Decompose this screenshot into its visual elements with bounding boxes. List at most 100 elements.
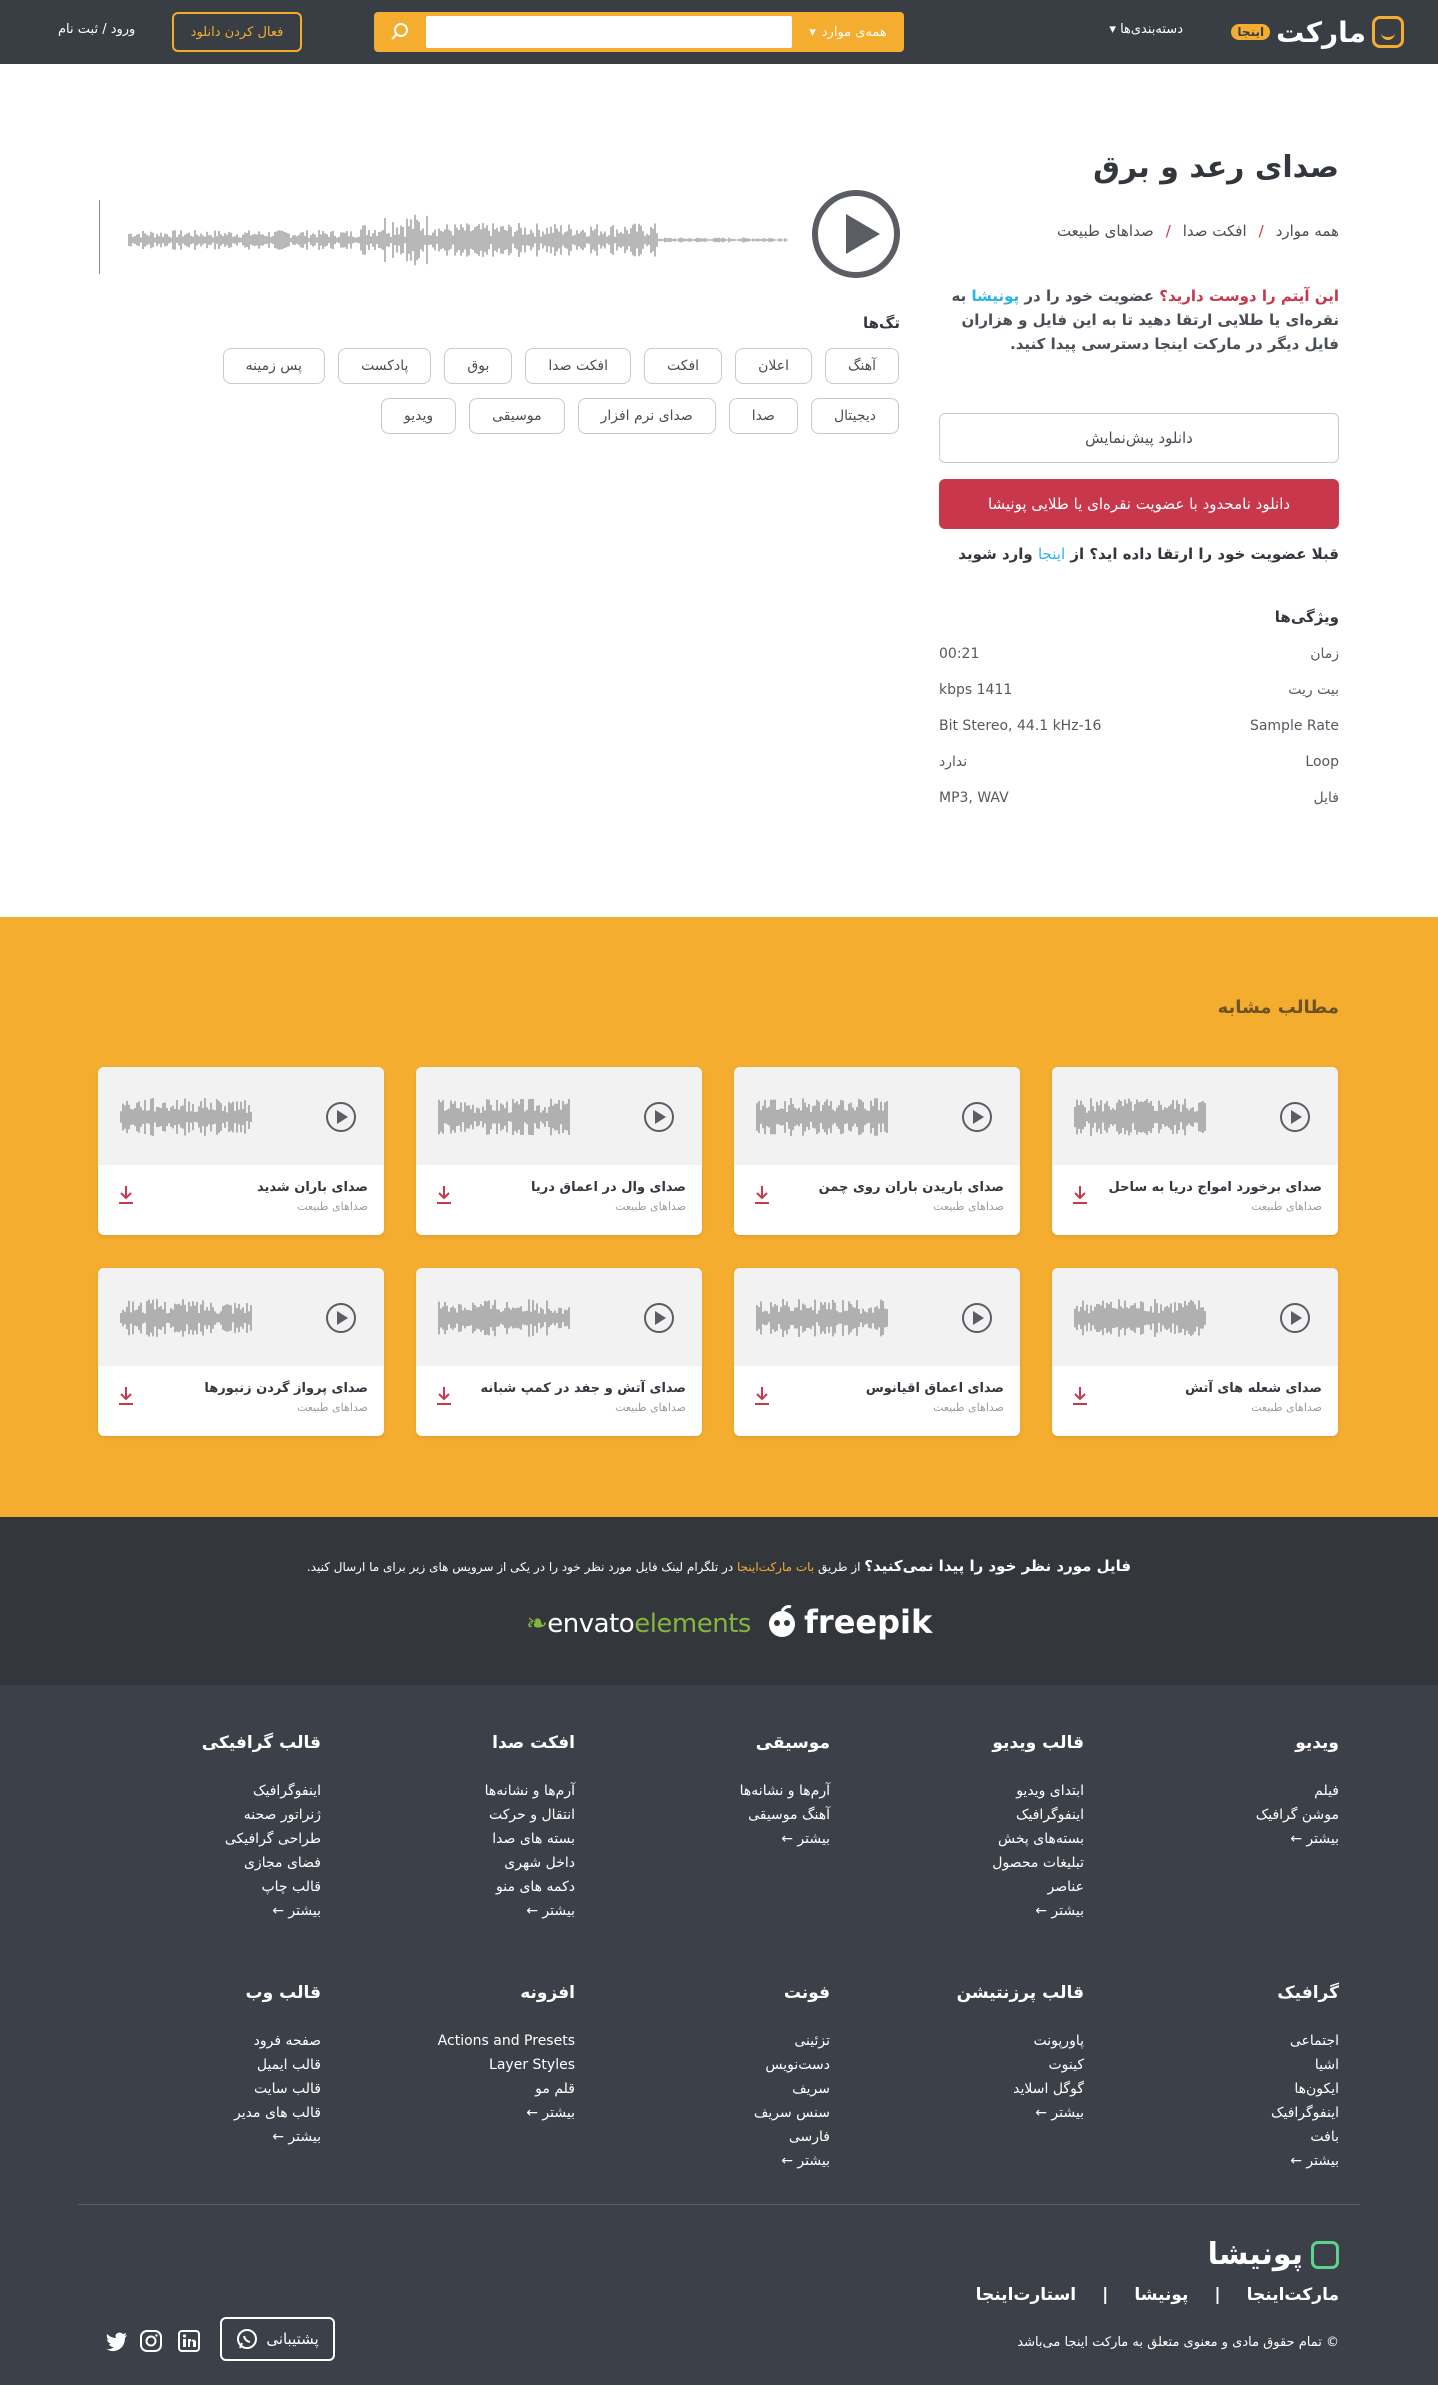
card-category[interactable]: صداهای طبیعت	[615, 1200, 686, 1213]
footer-link[interactable]: کینوت	[864, 2053, 1084, 2077]
footer-link[interactable]: قالب های مدیر	[101, 2101, 321, 2125]
footer-link[interactable]: دکمه های منو	[355, 1875, 575, 1899]
play-icon[interactable]	[644, 1303, 674, 1333]
brand-logo[interactable]: مارکت اینجا	[1231, 14, 1404, 50]
waveform[interactable]	[120, 1093, 254, 1141]
card-title[interactable]: صدای پرواز گردن زنبورها	[204, 1381, 368, 1396]
freepik-logo[interactable]: freepik	[764, 1603, 932, 1641]
footer-link[interactable]: اینفوگرافیک	[101, 1779, 321, 1803]
envato-logo[interactable]: ❧envatoelements	[526, 1609, 751, 1639]
related-card[interactable]: صدای وال در اعماق دریا صداهای طبیعت	[416, 1067, 702, 1235]
tag[interactable]: بوق	[444, 348, 513, 384]
footer-link[interactable]: بافت	[1119, 2125, 1339, 2149]
footer-link[interactable]: قالب چاپ	[101, 1875, 321, 1899]
card-title[interactable]: صدای برخورد امواج دریا به ساحل	[1108, 1180, 1322, 1195]
download-icon[interactable]	[118, 1185, 134, 1205]
linkedin-icon[interactable]	[178, 2330, 200, 2352]
card-title[interactable]: صدای شعله های آتش	[1185, 1381, 1322, 1396]
footer-link[interactable]: فضای مجازی	[101, 1851, 321, 1875]
footer-link[interactable]: ایکون‌ها	[1119, 2077, 1339, 2101]
play-icon[interactable]	[812, 190, 900, 278]
download-icon[interactable]	[436, 1386, 452, 1406]
card-category[interactable]: صداهای طبیعت	[1251, 1200, 1322, 1213]
play-icon[interactable]	[326, 1303, 356, 1333]
categories-menu[interactable]: دسته‌بندی‌ها ▾	[1109, 22, 1183, 37]
tag[interactable]: افکت صدا	[525, 348, 632, 384]
card-category[interactable]: صداهای طبیعت	[297, 1200, 368, 1213]
footer-link[interactable]: صفحه فرود	[101, 2029, 321, 2053]
tag[interactable]: موسیقی	[469, 398, 565, 434]
footer-link[interactable]: پاورپونت	[864, 2029, 1084, 2053]
footer-link[interactable]: بیشتر ←	[101, 2125, 321, 2149]
footer-link[interactable]: قلم مو	[355, 2077, 575, 2101]
footer-link[interactable]: ژنراتور صحنه	[101, 1803, 321, 1827]
footer-link[interactable]: فارسی	[610, 2125, 830, 2149]
waveform[interactable]	[1074, 1294, 1208, 1342]
card-title[interactable]: صدای وال در اعماق دریا	[531, 1180, 686, 1195]
footer-link[interactable]: سنس سریف	[610, 2101, 830, 2125]
waveform[interactable]	[99, 194, 799, 278]
footer-link[interactable]: بیشتر ←	[101, 1899, 321, 1923]
breadcrumb-item[interactable]: افکت صدا	[1183, 222, 1247, 240]
promo-brand-link[interactable]: پونیشا	[971, 287, 1019, 305]
footer-link[interactable]: قالب ایمیل	[101, 2053, 321, 2077]
tag[interactable]: پس زمینه	[222, 348, 326, 384]
instagram-icon[interactable]	[140, 2330, 162, 2352]
related-card[interactable]: صدای پرواز گردن زنبورها صداهای طبیعت	[98, 1268, 384, 1436]
tag[interactable]: اعلان	[735, 348, 812, 384]
support-button[interactable]: پشتیبانی	[220, 2317, 335, 2361]
footer-link[interactable]: سریف	[610, 2077, 830, 2101]
download-preview-button[interactable]: دانلود پیش‌نمایش	[939, 413, 1339, 463]
footer-link[interactable]: انتقال و حرکت	[355, 1803, 575, 1827]
download-icon[interactable]	[1072, 1185, 1088, 1205]
footer-link[interactable]: عناصر	[864, 1875, 1084, 1899]
card-title[interactable]: صدای باریدن باران روی چمن	[819, 1180, 1004, 1195]
tag[interactable]: پادکست	[338, 348, 432, 384]
download-icon[interactable]	[436, 1185, 452, 1205]
card-category[interactable]: صداهای طبیعت	[933, 1401, 1004, 1414]
footer-link[interactable]: موشن گرافیک	[1119, 1803, 1339, 1827]
footer-link[interactable]: بسته‌های پخش	[864, 1827, 1084, 1851]
footer-link[interactable]: آرم‌ها و نشانه‌ها	[355, 1779, 575, 1803]
tag[interactable]: افکت	[644, 348, 723, 384]
footer-link[interactable]: تزئینی	[610, 2029, 830, 2053]
download-icon[interactable]	[754, 1386, 770, 1406]
play-icon[interactable]	[644, 1102, 674, 1132]
related-card[interactable]: صدای شعله های آتش صداهای طبیعت	[1052, 1268, 1338, 1436]
footer-link[interactable]: داخل شهری	[355, 1851, 575, 1875]
footer-link[interactable]: اجتماعی	[1119, 2029, 1339, 2053]
download-icon[interactable]	[118, 1386, 134, 1406]
footer-link[interactable]: بیشتر ←	[1119, 2149, 1339, 2173]
footer-link[interactable]: بیشتر ←	[864, 1899, 1084, 1923]
footer-link[interactable]: بیشتر ←	[610, 2149, 830, 2173]
card-title[interactable]: صدای باران شدید	[257, 1180, 368, 1195]
card-title[interactable]: صدای آتش و جفد در کمپ شبانه	[480, 1381, 686, 1396]
login-link[interactable]: ورود / ثبت نام	[58, 22, 135, 37]
waveform[interactable]	[756, 1294, 890, 1342]
search-input[interactable]	[426, 16, 792, 48]
footer-link[interactable]: قالب سایت	[101, 2077, 321, 2101]
related-card[interactable]: صدای آتش و جفد در کمپ شبانه صداهای طبیعت	[416, 1268, 702, 1436]
footer-link[interactable]: اینفوگرافیک	[1119, 2101, 1339, 2125]
breadcrumb-item[interactable]: همه موارد	[1276, 222, 1339, 240]
footer-link[interactable]: آهنگ موسیقی	[610, 1803, 830, 1827]
footer-link[interactable]: بیشتر ←	[355, 1899, 575, 1923]
login-here-link[interactable]: اینجا	[1038, 545, 1065, 563]
related-card[interactable]: صدای اعماق اقیانوس صداهای طبیعت	[734, 1268, 1020, 1436]
tag[interactable]: صدا	[728, 398, 798, 434]
card-title[interactable]: صدای اعماق اقیانوس	[866, 1381, 1004, 1396]
download-icon[interactable]	[1072, 1386, 1088, 1406]
footer-link[interactable]: طراحی گرافیکی	[101, 1827, 321, 1851]
related-card[interactable]: صدای باریدن باران روی چمن صداهای طبیعت	[734, 1067, 1020, 1235]
card-category[interactable]: صداهای طبیعت	[933, 1200, 1004, 1213]
footer-link[interactable]: اینفوگرافیک	[864, 1803, 1084, 1827]
waveform[interactable]	[438, 1294, 572, 1342]
unlimited-download-button[interactable]: دانلود نامحدود با عضویت نقره‌ای یا طلایی…	[939, 479, 1339, 529]
related-card[interactable]: صدای برخورد امواج دریا به ساحل صداهای طبی…	[1052, 1067, 1338, 1235]
tag[interactable]: ویدیو	[380, 398, 457, 434]
footer-link[interactable]: دست‌نویس	[610, 2053, 830, 2077]
footer-link-market[interactable]: مارکت‌اینجا	[1247, 2285, 1339, 2305]
footer-link[interactable]: بیشتر ←	[864, 2101, 1084, 2125]
download-icon[interactable]	[754, 1185, 770, 1205]
breadcrumb-item[interactable]: صداهای طبیعت	[1057, 222, 1154, 240]
